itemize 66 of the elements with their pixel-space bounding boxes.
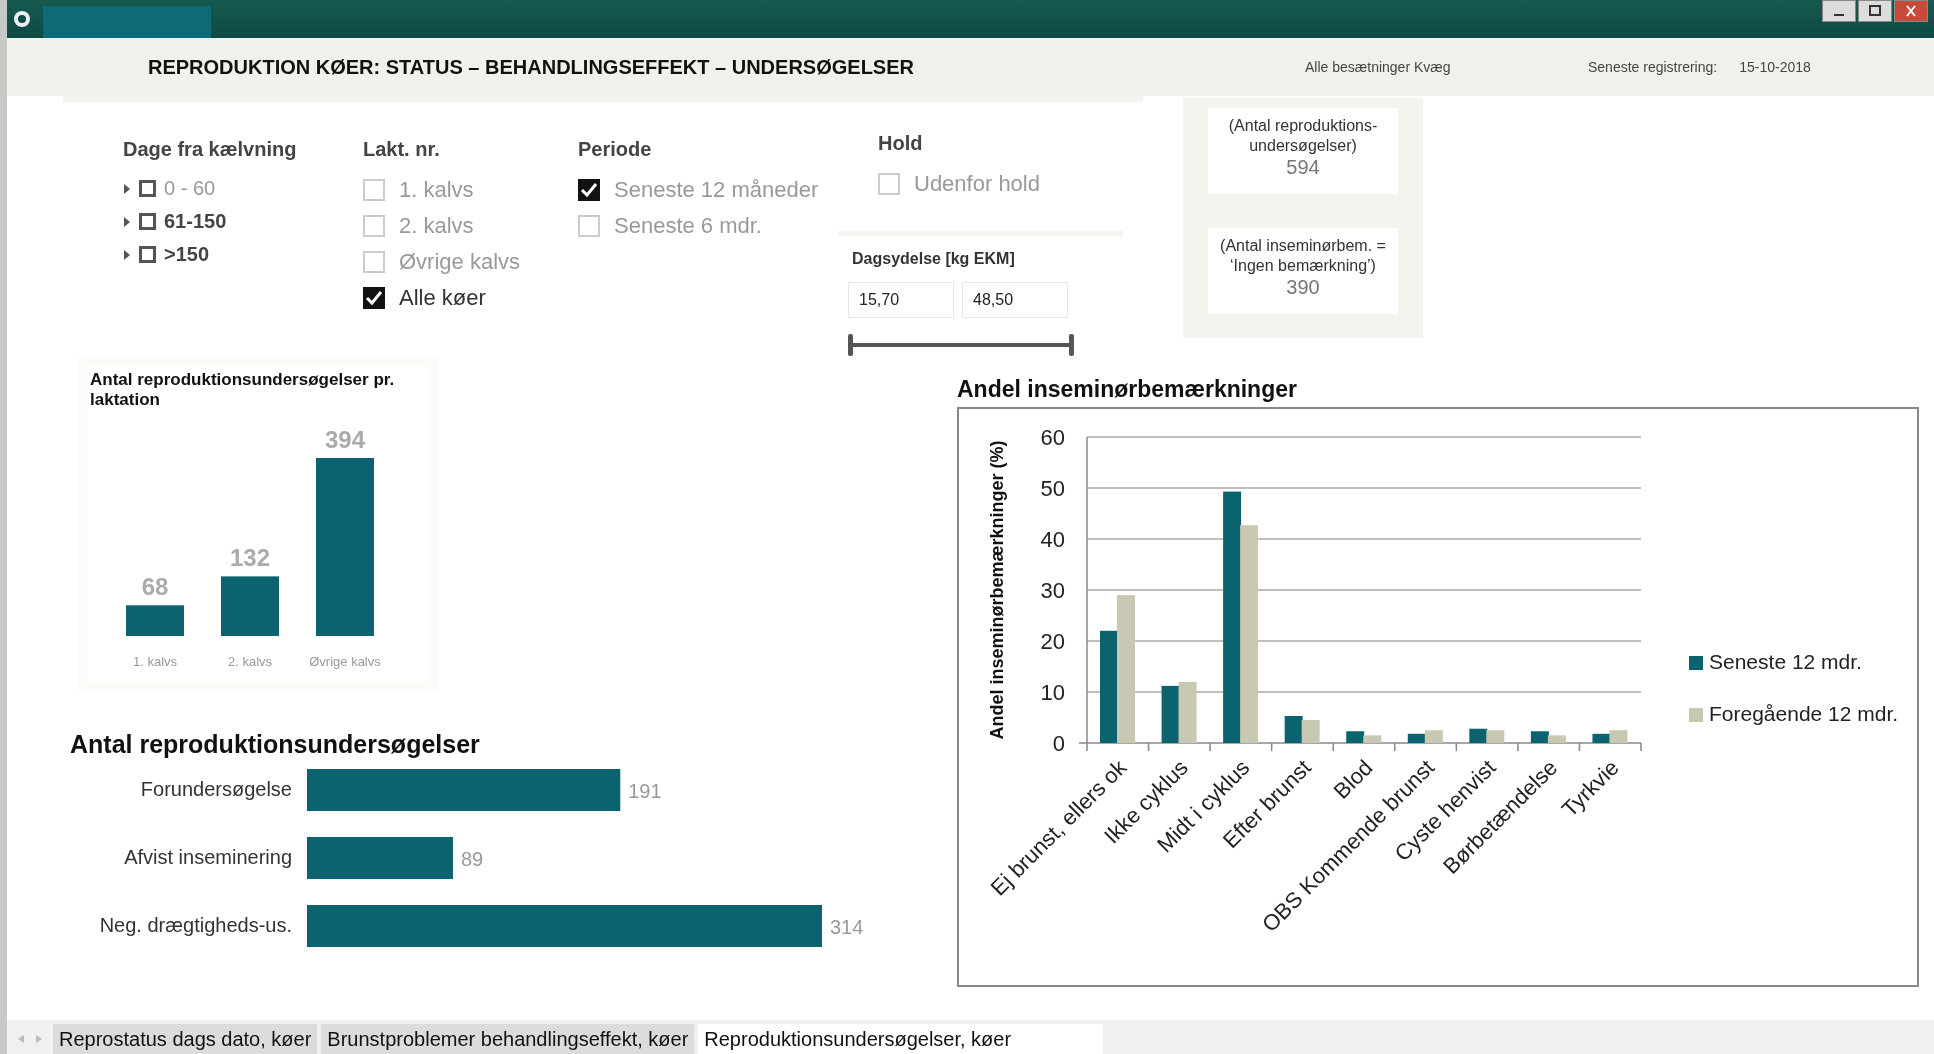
filter-option[interactable]: Alle køer (363, 285, 578, 311)
tick-label: 30 (1040, 578, 1065, 603)
axis-label: 2. kalvs (227, 654, 273, 669)
axis-title: Andel inseminørbemærkninger (%) (987, 440, 1007, 740)
summary-label: (Antal inseminørbem. = ‘Ingen bemærkning’) (1219, 236, 1387, 276)
bar (221, 576, 279, 636)
expand-icon (123, 215, 131, 228)
value-label: 132 (230, 544, 270, 572)
page-title: REPRODUKTION KØER: STATUS – BEHANDLINGSEFFEKT – UNDERSØGELSER (148, 55, 915, 79)
maximize-icon (1868, 5, 1882, 17)
sheet-tab[interactable]: Reproduktionsundersøgelser, køer (698, 1024, 1104, 1054)
max-input-field[interactable]: 48,50 (962, 282, 1068, 318)
checkbox[interactable] (139, 246, 156, 263)
filter-heading: Periode (578, 138, 653, 161)
field-label: Dagsydelse [kg EKM] (852, 250, 1016, 268)
close-button[interactable] (1894, 0, 1928, 22)
bar (1486, 730, 1505, 743)
app-icon[interactable] (13, 10, 31, 28)
bar (1592, 733, 1611, 743)
category-label: Neg. drægtigheds-us. (99, 914, 292, 936)
chart-title: Antal reproduktionsundersøgelser (70, 730, 480, 759)
summary-value: 390 (1286, 276, 1320, 299)
value-label: 191 (628, 780, 662, 802)
bar (1609, 730, 1628, 743)
minimize-button[interactable] (1822, 0, 1856, 22)
bar (126, 605, 184, 636)
tick-label: 0 (1052, 731, 1065, 756)
filter-heading: Lakt. nr. (363, 138, 441, 161)
herd-label: Alle besætninger Kvæg (1305, 59, 1452, 75)
category-label: Afvist inseminering (124, 846, 292, 868)
sheet-tab[interactable]: Reprostatus dags dato, køer (53, 1024, 318, 1054)
summary-label: (Antal reproduktions-undersøgelser) (1227, 116, 1379, 156)
legend-label: Seneste 12 mdr. (1709, 650, 1862, 673)
tick-label: 50 (1040, 476, 1065, 501)
filter-option[interactable]: >150 (123, 243, 363, 266)
category-label: Forundersøgelse (140, 778, 292, 800)
value-label: 68 (141, 573, 169, 601)
chart-title: Andel inseminørbemærkninger (957, 376, 1297, 403)
min-input-field[interactable]: 15,70 (848, 282, 954, 318)
axis-label: 1. kalvs (132, 654, 178, 669)
axis-label: Øvrige kalvs (309, 654, 381, 669)
range-slider[interactable] (848, 332, 1074, 358)
chart-title: Antal reproduktionsundersøgelser pr. laktation (89, 369, 396, 411)
legend-label: Foregående 12 mdr. (1709, 702, 1899, 725)
filter-heading: Dage fra kælvning (123, 138, 298, 161)
value-label: 394 (325, 426, 365, 453)
expand-icon (123, 248, 131, 261)
summary-value: 594 (1286, 156, 1320, 179)
expand-icon (123, 182, 131, 195)
filter-heading: Hold (878, 132, 924, 155)
bar (1407, 733, 1426, 743)
checkbox[interactable] (363, 287, 385, 309)
tick-label: 40 (1040, 527, 1065, 552)
last-registration-label: Seneste registrering: (1588, 59, 1718, 75)
tick-label: 10 (1040, 680, 1065, 705)
last-registration-date: 15-10-2018 (1739, 59, 1811, 75)
sheet-tab[interactable]: Brunstproblemer behandlingseffekt, køer (321, 1024, 695, 1054)
value-label: 89 (460, 848, 484, 870)
checkbox[interactable] (139, 213, 156, 230)
minimize-icon (1834, 14, 1844, 16)
tick-label: 60 (1040, 425, 1065, 450)
tick-label: 20 (1040, 629, 1065, 654)
value-label: 314 (830, 916, 864, 938)
maximize-button[interactable] (1858, 0, 1892, 22)
filter-option[interactable]: 61-150 (123, 210, 363, 233)
close-icon (1904, 5, 1918, 17)
